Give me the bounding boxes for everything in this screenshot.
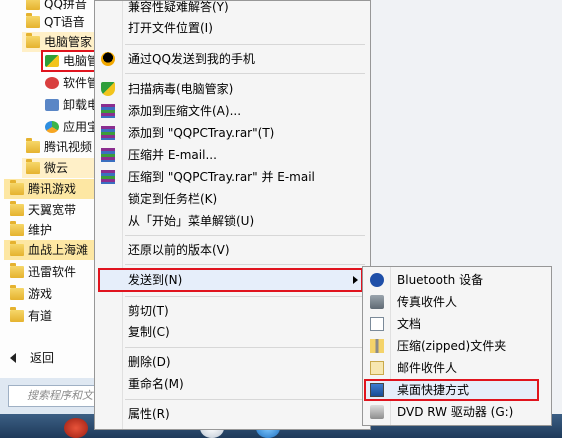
menu-item-compress-email[interactable]: 压缩并 E-mail... [95,144,370,166]
menu-item-compat-troubleshoot[interactable]: 兼容性疑难解答(Y) [95,0,370,18]
folder-icon [10,263,24,278]
menu-item-restore-versions[interactable]: 还原以前的版本(V) [95,239,370,261]
menu-item-cut[interactable]: 剪切(T) [95,300,370,322]
menu-item-delete[interactable]: 删除(D) [95,351,370,373]
menu-separator [125,44,365,45]
winrar-icon [101,170,115,184]
submenu-item-fax[interactable]: 传真收件人 [363,291,551,313]
context-menu: 兼容性疑难解答(Y) 打开文件位置(I) 通过QQ发送到我的手机 扫描病毒(电脑… [94,0,371,430]
shield-icon [101,82,115,96]
menu-item-rename[interactable]: 重命名(M) [95,373,370,395]
menu-item-compress-rar-email[interactable]: 压缩到 "QQPCTray.rar" 并 E-mail [95,166,370,188]
menu-separator [125,399,365,400]
document-icon [370,317,384,331]
app-store-icon [45,121,59,133]
submenu-item-documents[interactable]: 文档 [363,313,551,335]
folder-icon [10,201,24,216]
folder-icon [10,180,24,195]
winrar-icon [101,104,115,118]
menu-item-add-to-archive[interactable]: 添加到压缩文件(A)... [95,100,370,122]
uninstall-icon [45,99,59,111]
bluetooth-icon [370,273,384,287]
menu-item-properties[interactable]: 属性(R) [95,403,370,425]
folder-icon [26,159,40,174]
submenu-item-zip-folder[interactable]: 压缩(zipped)文件夹 [363,335,551,357]
folder-icon [26,138,40,153]
taskbar-app-icon[interactable] [64,418,88,438]
folder-icon [26,33,40,48]
dvd-drive-icon [370,405,384,419]
folder-icon [26,13,40,28]
menu-item-unpin-start[interactable]: 从「开始」菜单解锁(U) [95,210,370,232]
send-to-submenu: Bluetooth 设备 传真收件人 文档 压缩(zipped)文件夹 邮件收件… [362,266,552,426]
menu-separator [125,235,365,236]
folder-icon [10,241,24,256]
menu-separator [125,264,365,265]
winrar-icon [101,148,115,162]
menu-separator [125,347,365,348]
submenu-arrow-icon [353,276,358,284]
menu-item-scan-virus[interactable]: 扫描病毒(电脑管家) [95,78,370,100]
program-item-pc-manager[interactable]: 电脑管家 [45,51,100,71]
back-button[interactable]: 返回 [10,348,100,368]
submenu-item-mail-recipient[interactable]: 邮件收件人 [363,357,551,379]
pc-manager-shield-icon [45,55,59,67]
search-input[interactable]: 搜索程序和文件 [8,385,106,407]
qq-penguin-icon [101,52,115,66]
desktop-icon [370,383,384,397]
submenu-item-bluetooth[interactable]: Bluetooth 设备 [363,269,551,291]
menu-item-copy[interactable]: 复制(C) [95,321,370,343]
menu-item-send-to[interactable]: 发送到(N) [95,269,370,291]
folder-icon [10,307,24,322]
submenu-item-desktop-shortcut[interactable]: 桌面快捷方式 [363,379,551,401]
menu-item-open-file-location[interactable]: 打开文件位置(I) [95,17,370,39]
mail-icon [370,361,384,375]
folder-icon [10,221,24,236]
back-arrow-icon [10,353,16,363]
menu-item-send-to-phone[interactable]: 通过QQ发送到我的手机 [95,48,370,70]
folder-icon [10,285,24,300]
submenu-item-dvd-drive[interactable]: DVD RW 驱动器 (G:) [363,401,551,423]
menu-item-add-to-rar[interactable]: 添加到 "QQPCTray.rar"(T) [95,122,370,144]
software-manager-icon [45,77,59,89]
winrar-icon [101,126,115,140]
menu-separator [125,73,365,74]
menu-item-pin-taskbar[interactable]: 锁定到任务栏(K) [95,188,370,210]
fax-icon [370,295,384,309]
menu-separator [125,296,365,297]
folder-icon [26,0,40,10]
zip-folder-icon [370,339,384,353]
